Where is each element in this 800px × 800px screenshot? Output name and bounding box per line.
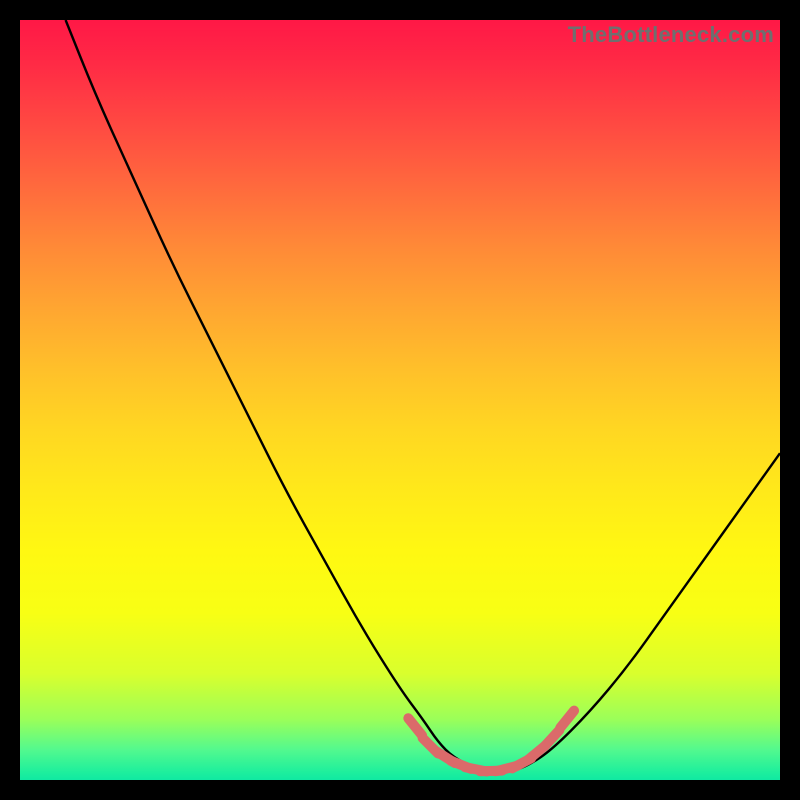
fit-marks-group (408, 711, 574, 772)
watermark-text: TheBottleneck.com (568, 22, 774, 48)
fit-mark (560, 711, 574, 728)
fit-mark (408, 718, 422, 735)
plot-area: TheBottleneck.com (20, 20, 780, 780)
chart-svg (20, 20, 780, 780)
bottleneck-curve (66, 20, 780, 772)
chart-frame: TheBottleneck.com (20, 20, 780, 780)
